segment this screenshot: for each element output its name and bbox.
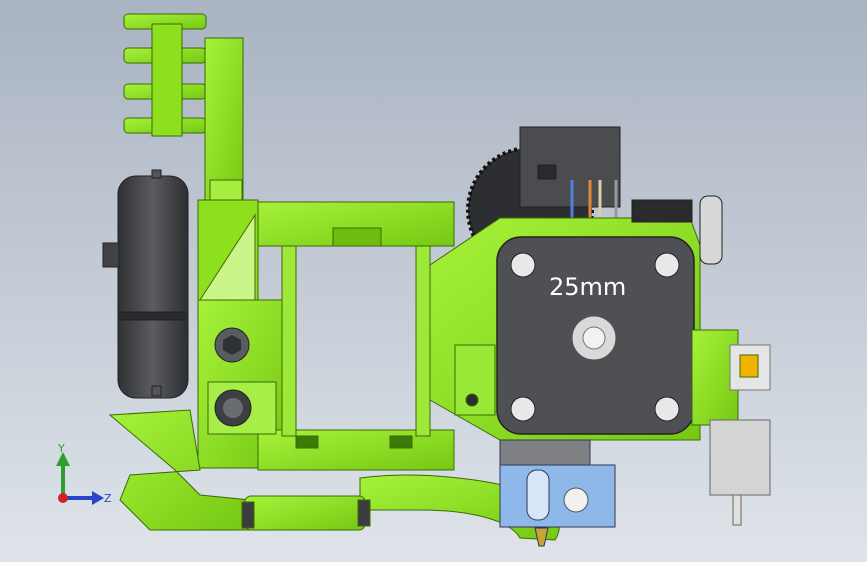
motor-size-label: 25mm (549, 273, 626, 301)
bolt-lower (214, 389, 252, 427)
axis-y-label: Y (57, 442, 65, 455)
3d-viewport[interactable]: 25mm Y Z (0, 0, 867, 562)
bolt-upper (214, 327, 250, 363)
axis-z-label: Z (104, 492, 112, 505)
stepper-motor (496, 236, 695, 435)
cad-scene[interactable]: 25mm Y Z (0, 0, 867, 562)
